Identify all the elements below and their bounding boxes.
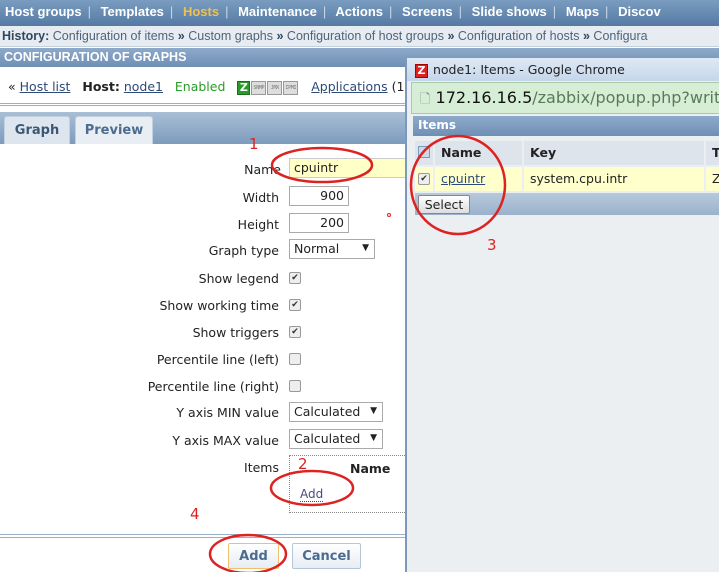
annotation-circle bbox=[409, 134, 507, 236]
annotation-overlay bbox=[208, 134, 507, 572]
annotation-circle bbox=[208, 533, 288, 572]
annotation-circle bbox=[269, 469, 355, 507]
annotation-circle bbox=[270, 146, 374, 184]
annotation-dot bbox=[387, 213, 391, 217]
